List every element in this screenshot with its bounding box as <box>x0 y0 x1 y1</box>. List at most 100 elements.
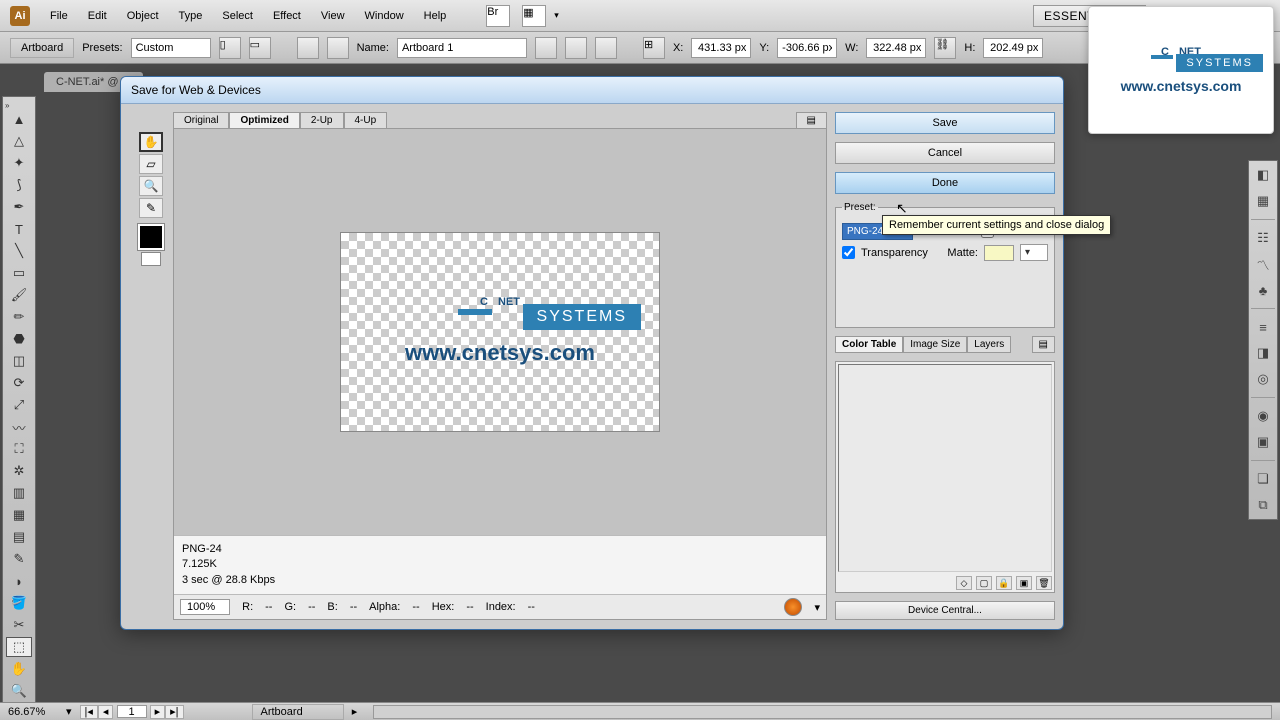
layers-icon[interactable]: ❏ <box>1252 469 1274 489</box>
done-button[interactable]: Done <box>835 172 1055 194</box>
y-input[interactable] <box>777 38 837 58</box>
menu-window[interactable]: Window <box>357 6 412 26</box>
h-input[interactable] <box>983 38 1043 58</box>
arrange-button[interactable]: ▦ <box>522 5 546 27</box>
orientation-landscape[interactable]: ▭ <box>249 37 271 59</box>
zoom-tool-dialog[interactable]: 🔍 <box>139 176 163 196</box>
bridge-button[interactable]: Br <box>486 5 510 27</box>
link-wh[interactable]: ⛓ <box>934 37 956 59</box>
slice-tool[interactable]: ✂ <box>6 615 32 635</box>
horizontal-scrollbar[interactable] <box>373 705 1272 719</box>
opt-btn-2[interactable] <box>327 37 349 59</box>
menu-file[interactable]: File <box>42 6 76 26</box>
artboard-selector[interactable]: Artboard <box>252 704 344 720</box>
color-guide-icon[interactable]: ▦ <box>1252 191 1274 211</box>
tab-layers[interactable]: Layers <box>967 336 1011 353</box>
menu-help[interactable]: Help <box>416 6 455 26</box>
gradient-tool[interactable]: ▤ <box>6 527 32 547</box>
graph-tool[interactable]: ▥ <box>6 483 32 503</box>
direct-select-tool[interactable]: △ <box>6 131 32 151</box>
tab-4up[interactable]: 4-Up <box>344 112 388 128</box>
save-button[interactable]: Save <box>835 112 1055 134</box>
cancel-button[interactable]: Cancel <box>835 142 1055 164</box>
doc-zoom[interactable]: 66.67% <box>8 706 58 718</box>
tab-color-table[interactable]: Color Table <box>835 336 903 353</box>
tab-image-size[interactable]: Image Size <box>903 336 967 353</box>
lasso-tool[interactable]: ⟆ <box>6 175 32 195</box>
mesh-tool[interactable]: ▦ <box>6 505 32 525</box>
hand-tool[interactable]: ✋ <box>6 659 32 679</box>
preview-zoom[interactable]: 100% <box>180 599 230 615</box>
pen-tool[interactable]: ✒ <box>6 197 32 217</box>
scale-tool[interactable]: ⤢ <box>6 395 32 415</box>
selection-tool[interactable]: ▲ <box>6 109 32 129</box>
transparency-icon[interactable]: ◎ <box>1252 369 1274 389</box>
appearance-icon[interactable]: ◉ <box>1252 406 1274 426</box>
tab-optimized[interactable]: Optimized <box>229 112 299 128</box>
free-transform-tool[interactable]: ⛶ <box>6 439 32 459</box>
eyedropper-dialog[interactable]: ✎ <box>139 198 163 218</box>
ct-lock-icon[interactable]: 🔒 <box>996 576 1012 590</box>
matte-swatch[interactable] <box>984 245 1014 261</box>
ct-trash-icon[interactable]: 🗑 <box>1036 576 1052 590</box>
matte-dropdown[interactable]: ▾ <box>1020 244 1048 261</box>
opt-btn-3[interactable] <box>535 37 557 59</box>
ct-shift-icon[interactable]: ▢ <box>976 576 992 590</box>
preview-browser-icon[interactable] <box>784 598 802 616</box>
rectangle-tool[interactable]: ▭ <box>6 263 32 283</box>
brushes-icon[interactable]: 〽 <box>1252 254 1274 274</box>
tab-2up[interactable]: 2-Up <box>300 112 344 128</box>
graphic-styles-icon[interactable]: ▣ <box>1252 432 1274 452</box>
type-tool[interactable]: T <box>6 219 32 239</box>
artboard-nav[interactable]: |◂◂ ▸▸| <box>80 705 184 719</box>
reference-point[interactable]: ⊞ <box>643 37 665 59</box>
warp-tool[interactable]: 〰 <box>6 417 32 437</box>
toggle-slices[interactable] <box>141 252 161 266</box>
blend-tool[interactable]: ◗ <box>6 571 32 591</box>
hand-tool-dialog[interactable]: ✋ <box>139 132 163 152</box>
opt-btn-1[interactable] <box>297 37 319 59</box>
gradient-icon[interactable]: ◨ <box>1252 343 1274 363</box>
symbol-sprayer-tool[interactable]: ✲ <box>6 461 32 481</box>
opt-btn-5[interactable] <box>595 37 617 59</box>
menu-object[interactable]: Object <box>119 6 167 26</box>
symbols-icon[interactable]: ♣ <box>1252 280 1274 300</box>
live-paint-tool[interactable]: 🪣 <box>6 593 32 613</box>
expand-toolbar[interactable]: » <box>5 101 15 107</box>
preview-canvas[interactable]: CNET SYSTEMS www.cnetsys.com <box>174 129 826 535</box>
eraser-tool[interactable]: ◫ <box>6 351 32 371</box>
artboard-number[interactable] <box>117 705 147 718</box>
ct-snap-icon[interactable]: ◇ <box>956 576 972 590</box>
pencil-tool[interactable]: ✏ <box>6 307 32 327</box>
x-input[interactable] <box>691 38 751 58</box>
stroke-icon[interactable]: ≡ <box>1252 317 1274 337</box>
color-panel-icon[interactable]: ◧ <box>1252 165 1274 185</box>
menu-edit[interactable]: Edit <box>80 6 115 26</box>
menu-type[interactable]: Type <box>171 6 211 26</box>
artboards-icon[interactable]: ⧉ <box>1252 495 1274 515</box>
rotate-tool[interactable]: ⟳ <box>6 373 32 393</box>
opt-btn-4[interactable] <box>565 37 587 59</box>
magic-wand-tool[interactable]: ✦ <box>6 153 32 173</box>
swatches-icon[interactable]: ☷ <box>1252 228 1274 248</box>
menu-select[interactable]: Select <box>214 6 261 26</box>
w-input[interactable] <box>866 38 926 58</box>
menu-view[interactable]: View <box>313 6 353 26</box>
preview-menu[interactable]: ▤ <box>796 112 827 128</box>
line-tool[interactable]: ╲ <box>6 241 32 261</box>
color-table-menu[interactable]: ▤ <box>1032 336 1055 353</box>
orientation-portrait[interactable]: ▯ <box>219 37 241 59</box>
presets-dropdown[interactable] <box>131 38 211 58</box>
eyedropper-tool[interactable]: ✎ <box>6 549 32 569</box>
device-central-button[interactable]: Device Central... <box>835 601 1055 620</box>
paintbrush-tool[interactable]: 🖌 <box>6 285 32 305</box>
menu-effect[interactable]: Effect <box>265 6 309 26</box>
tab-original[interactable]: Original <box>173 112 229 128</box>
zoom-tool[interactable]: 🔍 <box>6 681 32 701</box>
preview-browser-menu[interactable]: ▾ <box>814 601 820 614</box>
artboard-tool[interactable]: ⬚ <box>6 637 32 657</box>
ct-new-icon[interactable]: ▣ <box>1016 576 1032 590</box>
blob-brush-tool[interactable]: ⬣ <box>6 329 32 349</box>
artboard-name-input[interactable] <box>397 38 527 58</box>
transparency-checkbox[interactable] <box>842 246 855 259</box>
